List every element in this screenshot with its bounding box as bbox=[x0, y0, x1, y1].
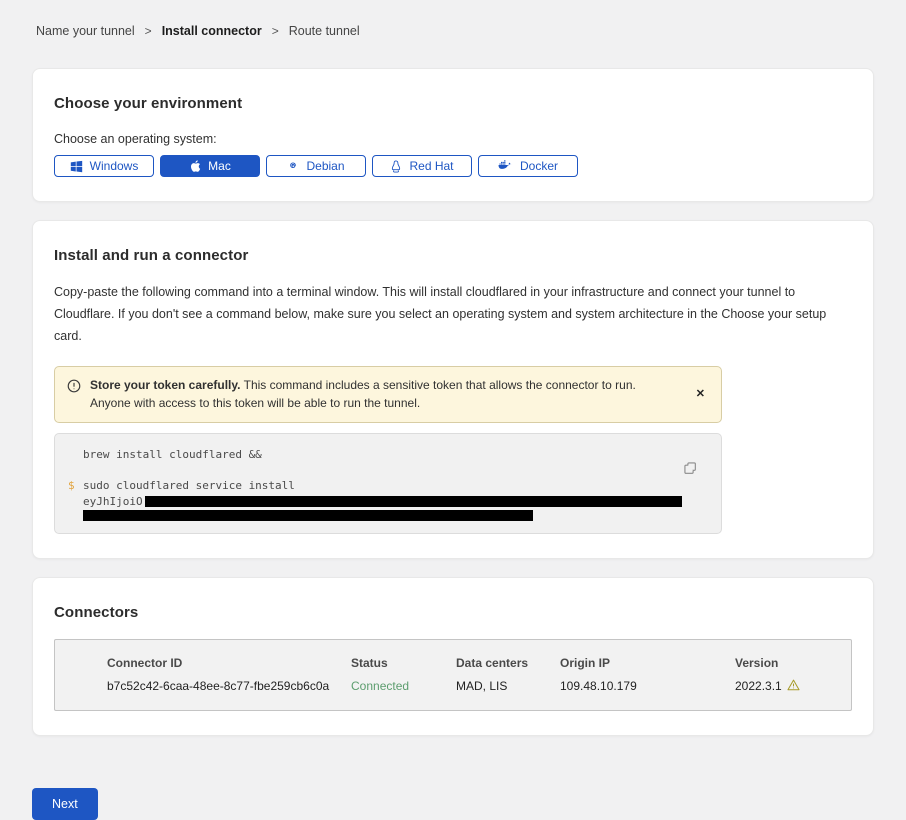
os-button-docker[interactable]: Docker bbox=[478, 155, 578, 177]
version-warning-icon bbox=[787, 679, 800, 694]
col-header-origin-ip: Origin IP bbox=[560, 656, 735, 670]
next-button[interactable]: Next bbox=[32, 788, 98, 820]
os-button-debian[interactable]: Debian bbox=[266, 155, 366, 177]
code-line-sudo: $ sudo cloudflared service install bbox=[68, 478, 681, 494]
os-button-group: Windows Mac Debian Red Hat bbox=[54, 155, 852, 177]
install-connector-card: Install and run a connector Copy-paste t… bbox=[32, 220, 874, 559]
os-button-label: Mac bbox=[208, 159, 231, 173]
choose-environment-card: Choose your environment Choose an operat… bbox=[32, 68, 874, 202]
connector-id-value: b7c52c42-6caa-48ee-8c77-fbe259cb6c0a bbox=[107, 679, 351, 694]
col-header-version: Version bbox=[735, 656, 841, 670]
os-select-label: Choose an operating system: bbox=[54, 132, 852, 146]
breadcrumb: Name your tunnel > Install connector > R… bbox=[36, 24, 874, 38]
breadcrumb-route-tunnel[interactable]: Route tunnel bbox=[289, 24, 360, 38]
connectors-card: Connectors Connector ID Status Data cent… bbox=[32, 577, 874, 736]
tunnel-setup-page: Name your tunnel > Install connector > R… bbox=[0, 0, 906, 820]
os-button-mac[interactable]: Mac bbox=[160, 155, 260, 177]
col-header-data-centers: Data centers bbox=[456, 656, 560, 670]
code-line-sudo-text: sudo cloudflared service install bbox=[83, 478, 295, 494]
col-header-status: Status bbox=[351, 656, 456, 670]
breadcrumb-name-your-tunnel[interactable]: Name your tunnel bbox=[36, 24, 135, 38]
breadcrumb-separator: > bbox=[272, 24, 279, 38]
alert-circle-icon bbox=[67, 379, 81, 399]
code-line-token: eyJhIjoiO bbox=[68, 494, 681, 510]
connectors-title: Connectors bbox=[54, 604, 852, 621]
install-connector-title: Install and run a connector bbox=[54, 247, 852, 264]
apple-icon bbox=[189, 159, 201, 173]
token-warning-banner: Store your token carefully. This command… bbox=[54, 366, 722, 423]
redacted-token-bar bbox=[83, 510, 533, 521]
choose-environment-title: Choose your environment bbox=[54, 95, 852, 112]
shell-prompt: $ bbox=[68, 478, 83, 494]
connectors-table: Connector ID Status Data centers Origin … bbox=[54, 639, 852, 711]
os-button-label: Red Hat bbox=[409, 159, 453, 173]
os-button-redhat[interactable]: Red Hat bbox=[372, 155, 472, 177]
redhat-tux-icon bbox=[390, 160, 402, 173]
install-command-code-block: brew install cloudflared && $ sudo cloud… bbox=[54, 433, 722, 534]
version-value-cell: 2022.3.1 bbox=[735, 679, 841, 694]
breadcrumb-install-connector[interactable]: Install connector bbox=[162, 24, 262, 38]
origin-ip-value: 109.48.10.179 bbox=[560, 679, 735, 694]
docker-whale-icon bbox=[498, 160, 513, 172]
redacted-token-bar bbox=[145, 496, 682, 507]
code-line-brew: brew install cloudflared && bbox=[68, 447, 681, 463]
token-warning-title: Store your token carefully. bbox=[90, 378, 241, 392]
copy-icon[interactable] bbox=[684, 462, 697, 480]
os-button-label: Debian bbox=[306, 159, 344, 173]
data-centers-value: MAD, LIS bbox=[456, 679, 560, 694]
os-button-windows[interactable]: Windows bbox=[54, 155, 154, 177]
token-warning-text: Store your token carefully. This command… bbox=[90, 376, 685, 413]
os-button-label: Docker bbox=[520, 159, 558, 173]
os-button-label: Windows bbox=[90, 159, 139, 173]
windows-icon bbox=[70, 160, 83, 173]
install-description: Copy-paste the following command into a … bbox=[54, 282, 852, 348]
close-icon[interactable]: ✕ bbox=[694, 387, 707, 402]
version-value: 2022.3.1 bbox=[735, 679, 782, 693]
status-value: Connected bbox=[351, 679, 456, 694]
token-prefix: eyJhIjoiO bbox=[83, 494, 143, 510]
breadcrumb-separator: > bbox=[145, 24, 152, 38]
col-header-connector-id: Connector ID bbox=[107, 656, 351, 670]
debian-icon bbox=[287, 160, 299, 172]
